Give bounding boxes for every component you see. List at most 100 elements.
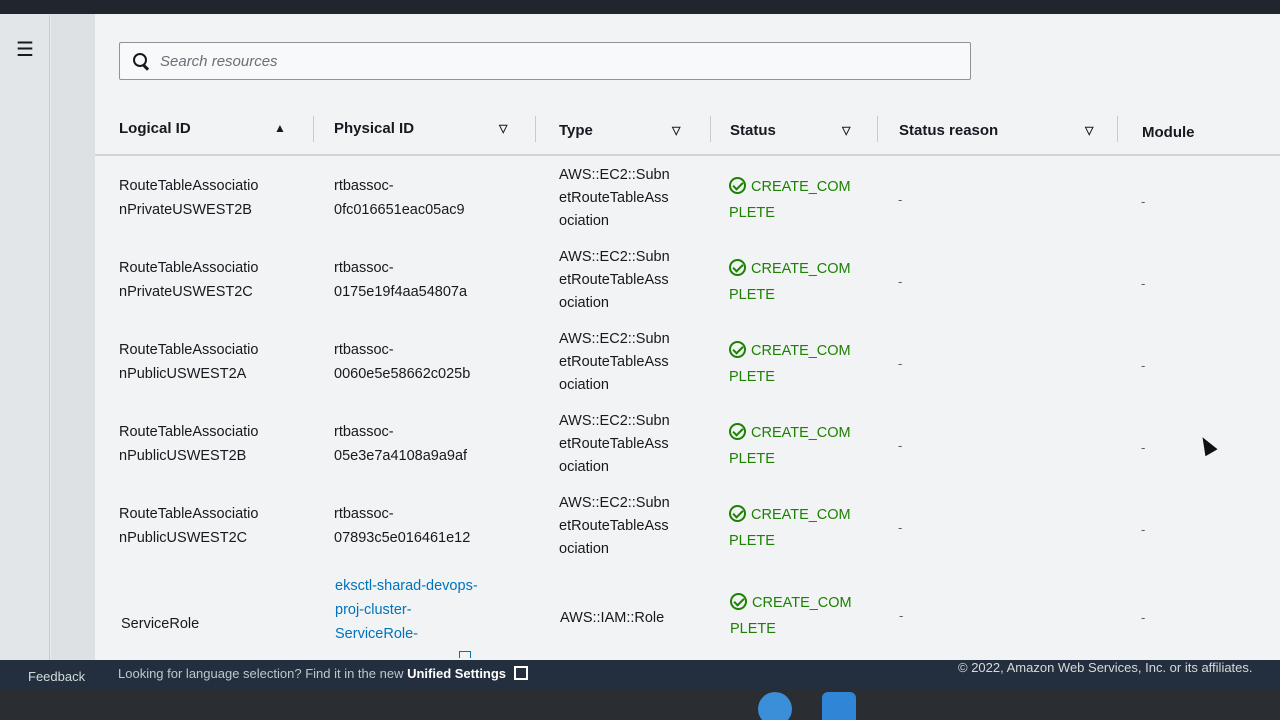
table-row[interactable]: RouteTableAssociatio nPublicUSWEST2B rtb… xyxy=(95,410,1280,491)
column-header-type[interactable]: Type ▽ xyxy=(559,102,699,158)
column-label: Module xyxy=(1142,123,1195,141)
feedback-link[interactable]: Feedback xyxy=(28,669,85,684)
sort-filter-icon[interactable]: ▽ xyxy=(842,124,850,137)
module-cell: - xyxy=(1141,194,1146,209)
column-header-module[interactable]: Module xyxy=(1142,104,1262,160)
type-text: AWS::EC2::Subn xyxy=(559,249,670,265)
unified-settings-link[interactable]: Unified Settings xyxy=(407,666,506,681)
status-reason-cell: - xyxy=(898,192,903,207)
module-cell: - xyxy=(1141,358,1146,373)
physical-id-cell: rtbassoc- 0060e5e58662c025b xyxy=(334,338,470,386)
logical-id-text: RouteTableAssociatio xyxy=(119,424,259,440)
top-bar xyxy=(0,0,1280,14)
sort-filter-icon[interactable]: ▽ xyxy=(672,124,680,137)
column-header-status[interactable]: Status ▽ xyxy=(730,102,870,158)
status-text: CREATE_COM xyxy=(751,507,851,523)
type-text: etRouteTableAss xyxy=(559,354,669,370)
physical-id-link[interactable]: eksctl-sharad-devops- proj-cluster- Serv… xyxy=(335,574,478,658)
table-row[interactable]: RouteTableAssociatio nPublicUSWEST2A rtb… xyxy=(95,328,1280,409)
language-notice: Looking for language selection? Find it … xyxy=(118,666,528,681)
physical-id-text: rtbassoc- xyxy=(334,260,394,276)
status-cell: CREATE_COM PLETE xyxy=(729,502,859,554)
logical-id-cell: RouteTableAssociatio nPublicUSWEST2B xyxy=(119,420,258,468)
type-text: ociation xyxy=(559,213,609,229)
physical-id-text: rtbassoc- xyxy=(334,506,394,522)
success-check-icon xyxy=(729,505,746,522)
external-link-icon xyxy=(459,651,471,658)
column-header-logical-id[interactable]: Logical ID ▲ xyxy=(119,100,309,156)
type-text: ociation xyxy=(559,295,609,311)
success-check-icon xyxy=(729,177,746,194)
table-row[interactable]: RouteTableAssociatio nPublicUSWEST2C rtb… xyxy=(95,492,1280,573)
launch-icon xyxy=(513,666,528,680)
logical-id-cell: ServiceRole xyxy=(121,616,200,632)
logical-id-text: nPublicUSWEST2A xyxy=(119,366,247,382)
status-reason-cell: - xyxy=(899,608,904,623)
type-text: AWS::EC2::Subn xyxy=(559,495,670,511)
physical-id-text: 0fc016651eac05ac9 xyxy=(334,202,465,218)
module-cell: - xyxy=(1141,610,1146,625)
logical-id-text: nPublicUSWEST2B xyxy=(119,448,247,464)
sort-ascending-icon[interactable]: ▲ xyxy=(274,121,286,135)
type-text: AWS::EC2::Subn xyxy=(559,167,670,183)
column-header-status-reason[interactable]: Status reason ▽ xyxy=(899,102,1109,158)
physical-id-text: rtbassoc- xyxy=(334,424,394,440)
table-header: Logical ID ▲ Physical ID ▽ Type ▽ Status… xyxy=(95,100,1280,156)
status-cell: CREATE_COM PLETE xyxy=(729,338,859,390)
status-reason-cell: - xyxy=(898,520,903,535)
physical-id-text: 0060e5e58662c025b xyxy=(334,366,471,382)
column-divider xyxy=(877,116,878,142)
physical-id-text: eksctl-sharad-devops- xyxy=(335,578,478,594)
table-row[interactable]: RouteTableAssociatio nPrivateUSWEST2C rt… xyxy=(95,246,1280,327)
type-text: etRouteTableAss xyxy=(559,518,669,534)
column-divider xyxy=(1117,116,1118,142)
physical-id-text: proj-cluster- xyxy=(335,602,412,618)
status-cell: CREATE_COM PLETE xyxy=(729,174,859,226)
physical-id-text: 0175e19f4aa54807a xyxy=(334,284,468,300)
status-cell: CREATE_COM PLETE xyxy=(730,590,860,642)
physical-id-text: 07893c5e016461e12 xyxy=(334,530,471,546)
os-taskbar xyxy=(0,690,1280,720)
type-text: etRouteTableAss xyxy=(559,272,669,288)
physical-id-text: 05e3e7a4108a9a9af xyxy=(334,448,468,464)
status-reason-cell: - xyxy=(898,274,903,289)
hamburger-menu-icon[interactable]: ☰ xyxy=(12,36,38,62)
resources-panel: Logical ID ▲ Physical ID ▽ Type ▽ Status… xyxy=(95,14,1280,660)
content-gutter xyxy=(51,14,95,660)
column-label: Status reason xyxy=(899,121,999,139)
search-input[interactable] xyxy=(160,52,940,70)
column-divider xyxy=(313,116,314,142)
type-text: ociation xyxy=(559,541,609,557)
logical-id-text: nPrivateUSWEST2C xyxy=(119,284,253,300)
physical-id-cell: rtbassoc- 05e3e7a4108a9a9af xyxy=(334,420,467,468)
logical-id-cell: RouteTableAssociatio nPublicUSWEST2A xyxy=(119,338,258,386)
logical-id-cell: RouteTableAssociatio nPublicUSWEST2C xyxy=(119,502,258,550)
status-text: PLETE xyxy=(729,205,775,221)
type-cell: AWS::IAM::Role xyxy=(560,610,665,626)
logical-id-text: RouteTableAssociatio xyxy=(119,260,259,276)
sort-filter-icon[interactable]: ▽ xyxy=(499,122,507,135)
logical-id-cell: RouteTableAssociatio nPrivateUSWEST2C xyxy=(119,256,258,304)
status-text: PLETE xyxy=(729,451,775,467)
status-text: CREATE_COM xyxy=(752,595,852,611)
status-text: PLETE xyxy=(729,287,775,303)
physical-id-cell: rtbassoc- 0fc016651eac05ac9 xyxy=(334,174,465,222)
table-row[interactable]: RouteTableAssociatio nPrivateUSWEST2B rt… xyxy=(95,164,1280,245)
search-resources-field[interactable] xyxy=(119,42,971,80)
logical-id-text: RouteTableAssociatio xyxy=(119,178,259,194)
language-notice-text: Looking for language selection? Find it … xyxy=(118,666,404,681)
type-text: etRouteTableAss xyxy=(559,436,669,452)
status-cell: CREATE_COM PLETE xyxy=(729,256,859,308)
physical-id-text: rtbassoc- xyxy=(334,178,394,194)
files-app-icon[interactable] xyxy=(822,692,856,720)
module-cell: - xyxy=(1141,440,1146,455)
success-check-icon xyxy=(729,341,746,358)
browser-app-icon[interactable] xyxy=(758,692,792,720)
logical-id-text: RouteTableAssociatio xyxy=(119,342,259,358)
sort-filter-icon[interactable]: ▽ xyxy=(1085,124,1093,137)
column-header-physical-id[interactable]: Physical ID ▽ xyxy=(334,100,524,156)
physical-id-text: ServiceRole- xyxy=(335,626,418,642)
table-row[interactable]: ServiceRole eksctl-sharad-devops- proj-c… xyxy=(95,574,1280,660)
logical-id-text: nPrivateUSWEST2B xyxy=(119,202,252,218)
status-text: PLETE xyxy=(730,621,776,637)
